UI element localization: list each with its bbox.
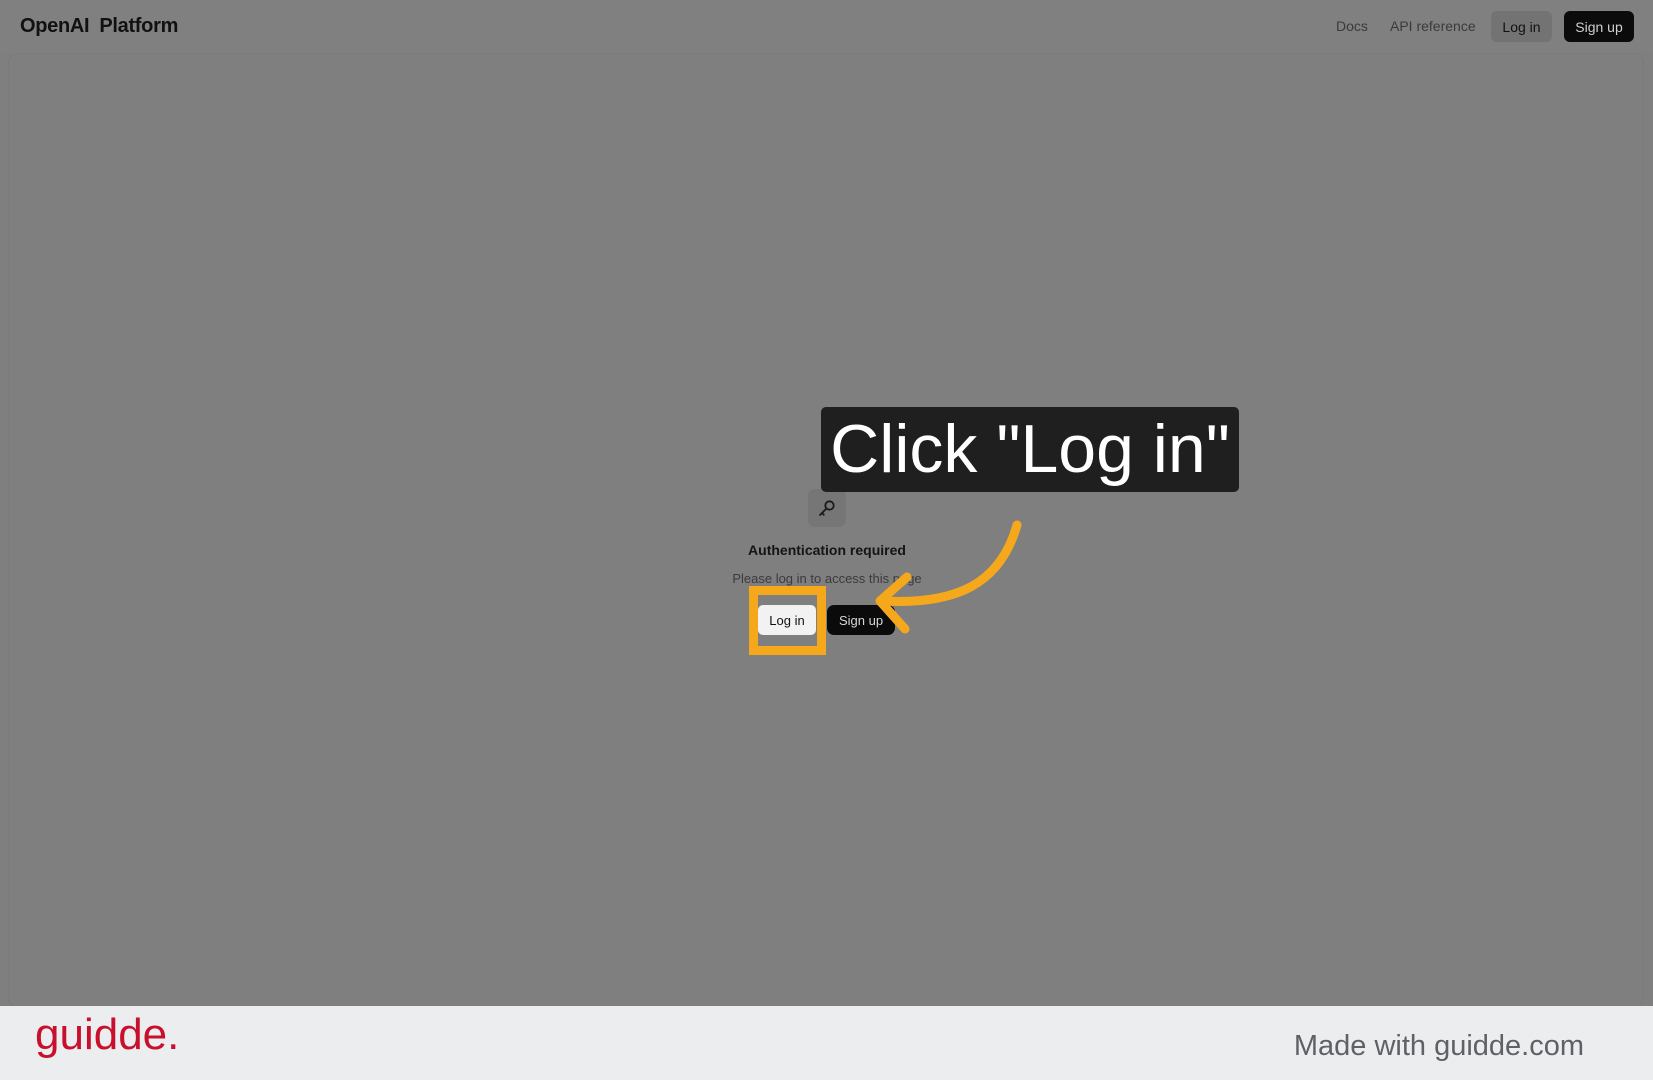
guidde-footer: guidde. Made with guidde.com [0,1006,1653,1080]
pointer-arrow-icon [875,520,1022,634]
login-button[interactable]: Log in [758,605,816,635]
key-icon [808,489,846,527]
top-navigation-bar: OpenAI Platform Docs API reference Log in… [0,0,1653,53]
instruction-callout: Click "Log in" [821,407,1239,492]
made-with-guidde-text: Made with guidde.com [1293,1030,1584,1062]
main-content-panel [9,54,1643,1006]
brand-product: Platform [99,15,179,37]
brand-logo[interactable]: OpenAI Platform [20,15,178,38]
nav-docs-link[interactable]: Docs [1336,18,1368,34]
brand-name: OpenAI [20,15,90,37]
guidde-logo[interactable]: guidde. [35,1010,179,1060]
nav-api-reference-link[interactable]: API reference [1390,18,1476,34]
nav-signup-button[interactable]: Sign up [1564,11,1634,42]
nav-login-button[interactable]: Log in [1491,11,1552,42]
